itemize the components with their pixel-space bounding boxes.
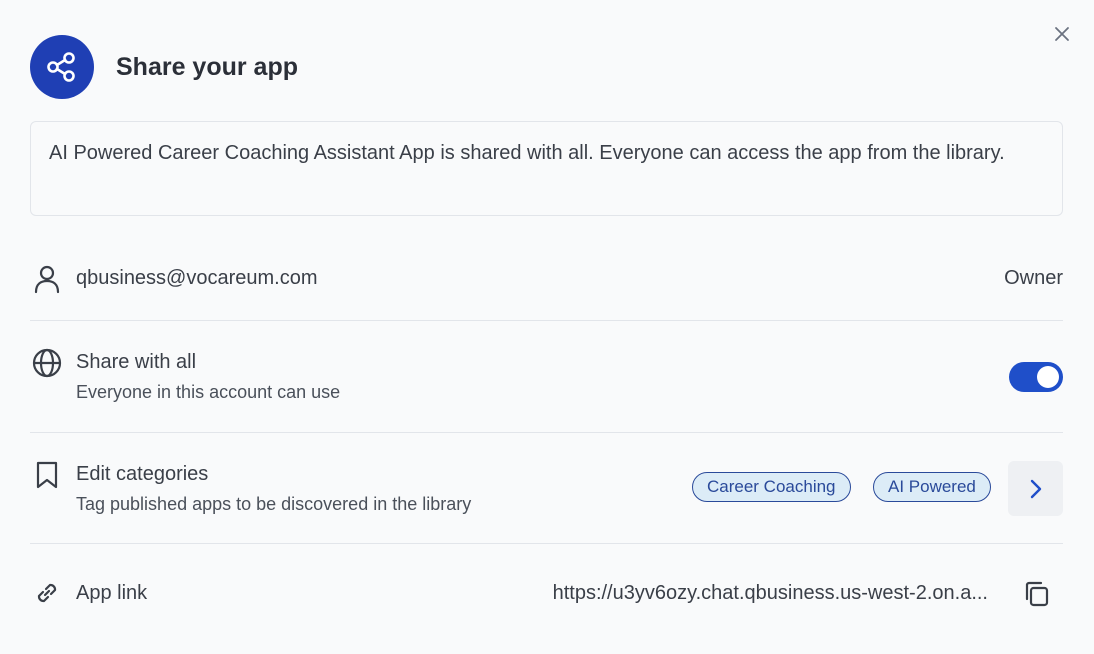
- edit-categories-label: Edit categories: [76, 463, 209, 485]
- edit-categories-button[interactable]: [1008, 461, 1063, 516]
- user-icon: [34, 265, 60, 294]
- share-with-all-label: Share with all: [76, 351, 197, 373]
- link-icon-wrap: [30, 576, 64, 610]
- app-link-url[interactable]: https://u3yv6ozy.chat.qbusiness.us-west-…: [553, 582, 988, 605]
- owner-email: qbusiness@vocareum.com: [76, 267, 318, 289]
- divider: [30, 320, 1063, 321]
- copy-link-button[interactable]: [1017, 574, 1057, 614]
- categories-icon-wrap: [30, 458, 64, 492]
- share-icon: [47, 52, 75, 82]
- toggle-knob: [1037, 366, 1059, 388]
- chevron-right-icon: [1030, 479, 1041, 498]
- dialog-title: Share your app: [116, 52, 298, 81]
- close-button[interactable]: [1050, 22, 1074, 46]
- owner-icon-wrap: [30, 262, 64, 296]
- link-icon: [37, 583, 57, 603]
- share-info-message: AI Powered Career Coaching Assistant App…: [30, 121, 1063, 216]
- divider: [30, 543, 1063, 544]
- bookmark-icon: [36, 461, 58, 489]
- share-app-dialog: Share your app AI Powered Career Coachin…: [0, 0, 1094, 654]
- edit-categories-row: Edit categories Tag published apps to be…: [30, 458, 1063, 520]
- share-with-all-row: Share with all Everyone in this account …: [30, 346, 1063, 408]
- app-link-label: App link: [76, 582, 148, 604]
- globe-icon: [32, 348, 62, 378]
- copy-icon: [1025, 581, 1049, 607]
- dialog-header: Share your app: [30, 34, 298, 100]
- share-with-all-description: Everyone in this account can use: [76, 382, 341, 402]
- share-icon-wrap: [30, 346, 64, 380]
- app-link-row: App link https://u3yv6ozy.chat.qbusiness…: [30, 572, 1063, 616]
- category-tag-ai-powered: AI Powered: [873, 472, 991, 502]
- category-tag-career-coaching: Career Coaching: [692, 472, 851, 502]
- close-icon: [1055, 27, 1069, 41]
- share-badge: [30, 35, 94, 99]
- owner-row: qbusiness@vocareum.com Owner: [30, 258, 1063, 302]
- edit-categories-description: Tag published apps to be discovered in t…: [76, 494, 472, 514]
- divider: [30, 432, 1063, 433]
- share-with-all-toggle[interactable]: [1009, 362, 1063, 392]
- owner-role: Owner: [1004, 267, 1063, 289]
